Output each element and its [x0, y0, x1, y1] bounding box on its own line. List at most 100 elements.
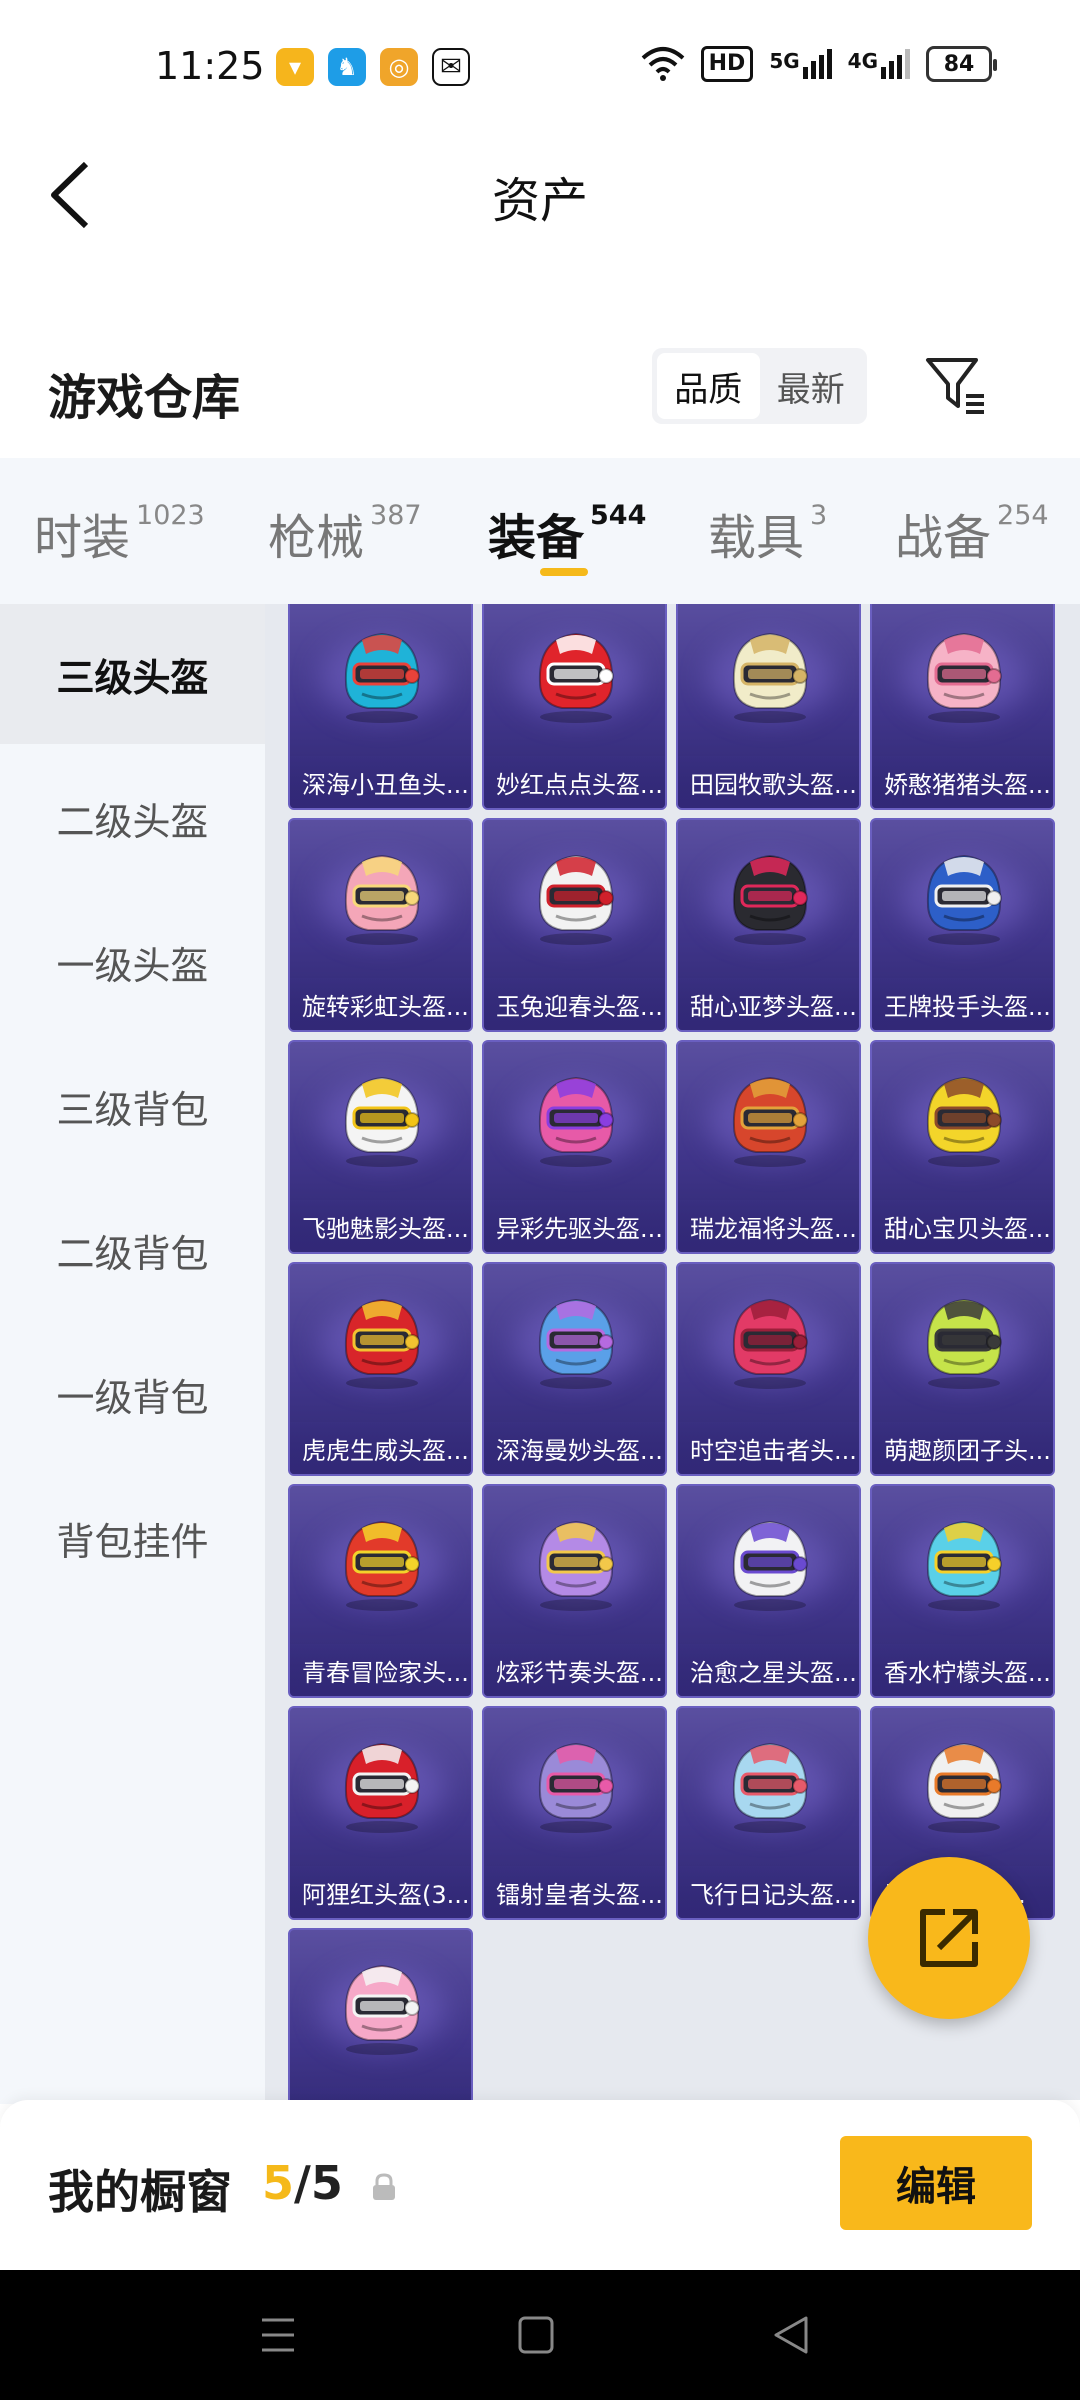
helmet-icon — [538, 854, 614, 945]
item-card[interactable]: 阿狸红头盔(3... — [288, 1706, 473, 1920]
item-name: 深海小丑鱼头... — [290, 756, 471, 808]
notification-icons: ▾ ♞ ◎ ✉ — [276, 48, 470, 86]
item-name: 甜心亚梦头盔... — [678, 978, 859, 1030]
item-name: 娇憨猪猪头盔... — [872, 756, 1053, 808]
item-card[interactable]: 深海小丑鱼头... — [288, 604, 473, 810]
item-card[interactable]: 深海曼妙头盔... — [482, 1262, 667, 1476]
helmet-icon — [732, 854, 808, 945]
tab-label: 装备 — [488, 510, 585, 566]
sidebar-item-backpack-charm[interactable]: 背包挂件 — [0, 1468, 265, 1608]
helmet-icon — [344, 1298, 420, 1389]
helmet-icon — [732, 1520, 808, 1611]
back-nav-icon[interactable] — [762, 2310, 822, 2360]
item-card[interactable]: 异彩先驱头盔... — [482, 1040, 667, 1254]
tab-label: 载具 — [708, 510, 805, 566]
category-tabs: 时装 1023 枪械 387 装备 544 载具 3 战备 254 — [0, 458, 1080, 604]
item-card[interactable]: 时空追击者头... — [676, 1262, 861, 1476]
item-name: 萌趣颜团子头... — [872, 1422, 1053, 1474]
sidebar-item-level3-helmet[interactable]: 三级头盔 — [0, 604, 265, 744]
helmet-icon — [344, 1964, 420, 2055]
warehouse-title: 游戏仓库 — [48, 370, 241, 426]
home-icon[interactable] — [505, 2310, 565, 2360]
item-card[interactable]: 虎虎生威头盔... — [288, 1262, 473, 1476]
signal-4g: 4G — [848, 49, 910, 79]
sort-option-latest[interactable]: 最新 — [760, 353, 863, 419]
app-notification-icon: ▾ — [276, 48, 314, 86]
showcase-bar: 我的橱窗 5/5 编辑 — [0, 2100, 1080, 2270]
tab-vehicles[interactable]: 载具 3 — [708, 498, 827, 568]
item-name: 虎虎生威头盔... — [290, 1422, 471, 1474]
helmet-icon — [926, 632, 1002, 723]
showcase-title: 我的橱窗 — [48, 2165, 232, 2219]
helmet-icon — [732, 1742, 808, 1833]
tab-combat-gear[interactable]: 战备 254 — [895, 498, 1049, 568]
showcase-current: 5 — [262, 2156, 295, 2210]
helmet-icon — [538, 1298, 614, 1389]
item-card[interactable]: 瑞龙福将头盔... — [676, 1040, 861, 1254]
menu-icon[interactable] — [248, 2310, 308, 2360]
item-name: 镭射皇者头盔... — [484, 1866, 665, 1918]
qq-icon: ♞ — [328, 48, 366, 86]
item-card[interactable]: 马卡龙头盔(3... — [288, 1928, 473, 2100]
sidebar-item-level2-backpack[interactable]: 二级背包 — [0, 1180, 265, 1320]
helmet-icon — [344, 632, 420, 723]
hd-badge: HD — [700, 46, 754, 82]
item-card[interactable]: 旋转彩虹头盔... — [288, 818, 473, 1032]
item-card[interactable]: 飞驰魅影头盔... — [288, 1040, 473, 1254]
sidebar-item-level1-backpack[interactable]: 一级背包 — [0, 1324, 265, 1464]
item-card[interactable]: 王牌投手头盔... — [870, 818, 1055, 1032]
tab-weapons[interactable]: 枪械 387 — [268, 498, 422, 568]
item-name: 妙红点点头盔... — [484, 756, 665, 808]
sort-option-quality[interactable]: 品质 — [657, 353, 760, 419]
item-card[interactable]: 治愈之星头盔... — [676, 1484, 861, 1698]
tab-label: 时装 — [34, 510, 131, 566]
helmet-icon — [344, 1076, 420, 1167]
item-name: 治愈之星头盔... — [678, 1644, 859, 1696]
helmet-icon — [732, 632, 808, 723]
sidebar-item-level2-helmet[interactable]: 二级头盔 — [0, 748, 265, 888]
sidebar-item-level3-backpack[interactable]: 三级背包 — [0, 1036, 265, 1176]
item-card[interactable]: 玉兔迎春头盔... — [482, 818, 667, 1032]
subcategory-sidebar: 三级头盔 二级头盔 一级头盔 三级背包 二级背包 一级背包 背包挂件 — [0, 604, 265, 2104]
item-name: 阿狸红头盔(3... — [290, 1866, 471, 1918]
item-card[interactable]: 炫彩节奏头盔... — [482, 1484, 667, 1698]
battery-indicator: 84 — [926, 46, 997, 82]
status-indicators: HD 5G 4G 84 — [641, 46, 997, 82]
tab-equipment[interactable]: 装备 544 — [488, 498, 646, 568]
game-app-icon: ◎ — [380, 48, 418, 86]
tab-fashion[interactable]: 时装 1023 — [34, 498, 205, 568]
item-card[interactable]: 娇憨猪猪头盔... — [870, 604, 1055, 810]
helmet-icon — [926, 1076, 1002, 1167]
filter-button[interactable] — [920, 350, 990, 420]
item-card[interactable]: 镭射皇者头盔... — [482, 1706, 667, 1920]
share-button[interactable] — [868, 1857, 1030, 2019]
tab-count: 1023 — [136, 500, 205, 531]
showcase-separator: / — [294, 2156, 311, 2210]
item-card[interactable]: 青春冒险家头... — [288, 1484, 473, 1698]
status-time: 11:25 — [155, 44, 265, 88]
item-card[interactable]: 甜心亚梦头盔... — [676, 818, 861, 1032]
item-card[interactable]: 萌趣颜团子头... — [870, 1262, 1055, 1476]
item-card[interactable]: 飞行日记头盔... — [676, 1706, 861, 1920]
item-name: 王牌投手头盔... — [872, 978, 1053, 1030]
helmet-icon — [344, 1520, 420, 1611]
item-card[interactable]: 甜心宝贝头盔... — [870, 1040, 1055, 1254]
share-icon — [920, 1909, 978, 1967]
active-tab-indicator — [540, 568, 588, 576]
showcase-total: 5 — [310, 2156, 343, 2210]
item-name: 香水柠檬头盔... — [872, 1644, 1053, 1696]
item-name: 时空追击者头... — [678, 1422, 859, 1474]
item-name: 玉兔迎春头盔... — [484, 978, 665, 1030]
sidebar-item-level1-helmet[interactable]: 一级头盔 — [0, 892, 265, 1032]
edit-button[interactable]: 编辑 — [840, 2136, 1032, 2230]
helmet-icon — [926, 1298, 1002, 1389]
item-card[interactable]: 妙红点点头盔... — [482, 604, 667, 810]
item-card[interactable]: 香水柠檬头盔... — [870, 1484, 1055, 1698]
item-card[interactable]: 田园牧歌头盔... — [676, 604, 861, 810]
item-name: 异彩先驱头盔... — [484, 1200, 665, 1252]
item-name: 飞驰魅影头盔... — [290, 1200, 471, 1252]
system-navigation-bar — [0, 2270, 1080, 2400]
helmet-icon — [344, 1742, 420, 1833]
helmet-icon — [732, 1298, 808, 1389]
signal-5g: 5G — [769, 49, 832, 79]
